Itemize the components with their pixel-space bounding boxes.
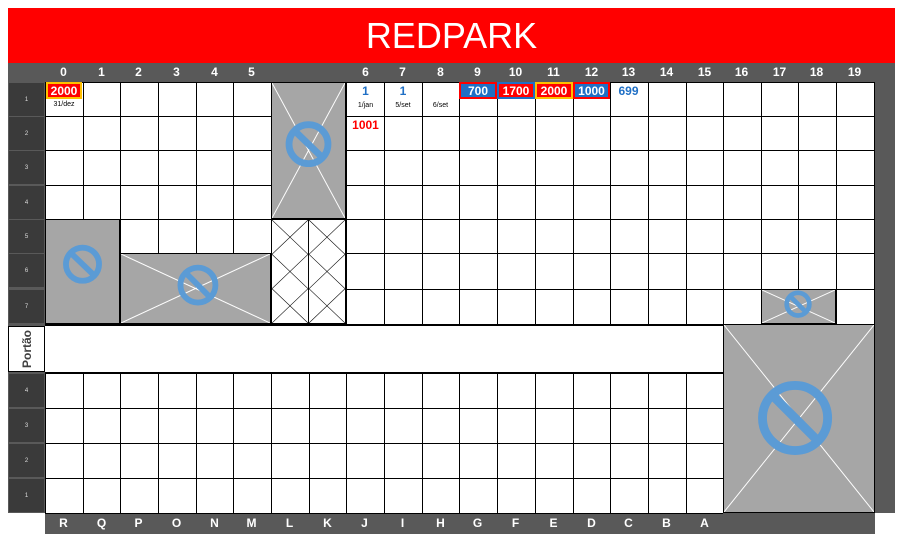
no-entry-icon (784, 290, 812, 318)
reservation-amount: 1000 (578, 83, 605, 98)
hatched-area (271, 219, 346, 324)
reservation-amount: 2000 (50, 83, 78, 98)
reservation-amount: 2000 (540, 83, 568, 98)
no-entry-icon (177, 264, 219, 306)
reservation-spot-12[interactable]: 1000 (573, 82, 610, 99)
reservation-spot-9[interactable]: 700 (459, 82, 497, 99)
blocked-area-small (761, 289, 836, 324)
reservation-date: 31/dez (53, 101, 75, 108)
reservation-spot-13[interactable]: 699 (610, 84, 647, 98)
blocked-area-center (120, 253, 271, 324)
reservation-date: 5/set (395, 102, 411, 109)
reservation-spot-6-row2[interactable]: 1001 (347, 118, 384, 132)
blocked-area-top (271, 82, 346, 219)
no-entry-icon (758, 380, 833, 456)
blocked-area-left (45, 219, 120, 324)
reservation-date: 1/jan (357, 102, 374, 109)
no-entry-icon (285, 121, 332, 168)
reservation-spot-10[interactable]: 1700 (497, 82, 535, 99)
reservation-amount: 700 (467, 83, 489, 98)
reservation-spot-6[interactable]: 1 (347, 84, 384, 98)
no-entry-icon (63, 244, 102, 284)
driving-aisle (45, 325, 723, 373)
reservation-amount: 1700 (502, 83, 530, 98)
reservation-date: 6/set (432, 102, 449, 109)
blocked-area-corner (723, 324, 875, 513)
reservation-spot-11[interactable]: 2000 (535, 82, 573, 99)
reservation-spot-7[interactable]: 1 (384, 84, 422, 98)
reservation-spot-0[interactable]: 2000 (46, 82, 82, 99)
